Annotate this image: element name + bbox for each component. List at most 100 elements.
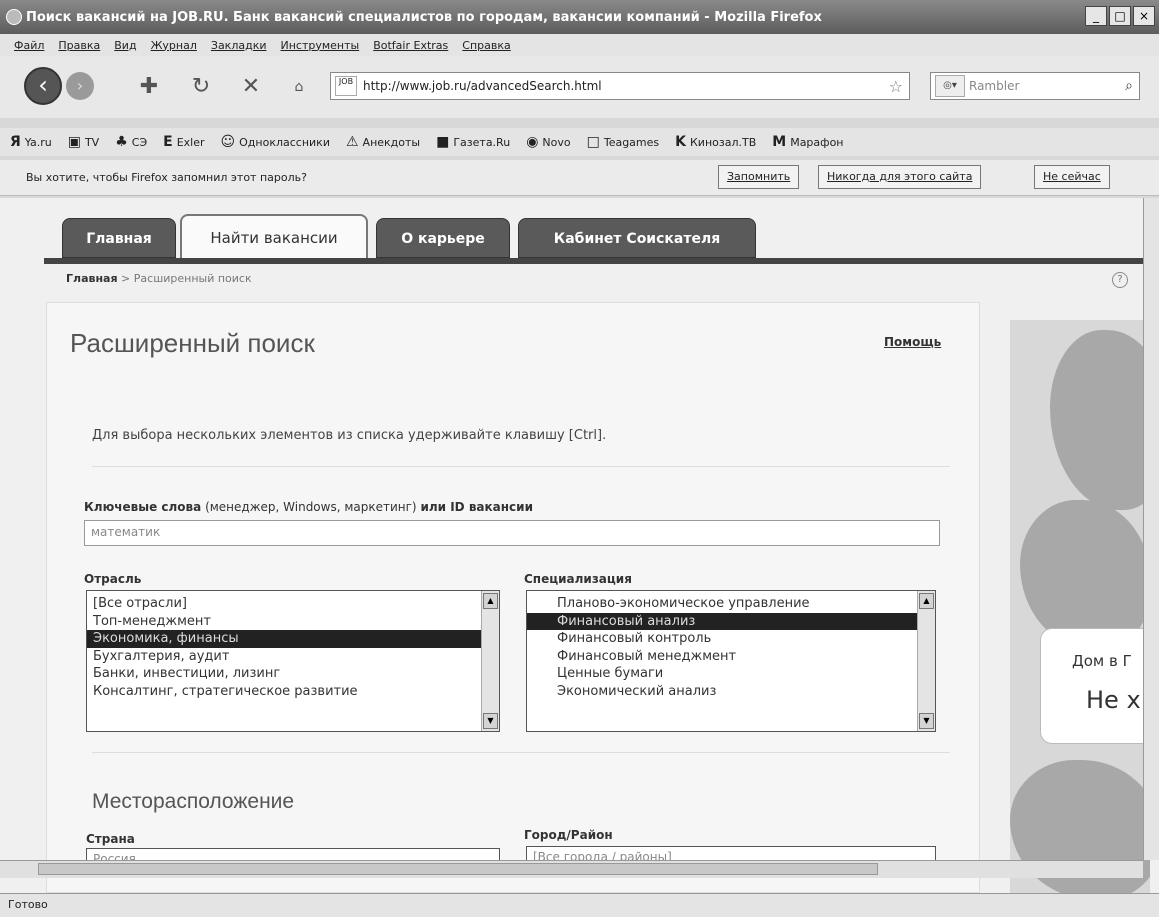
bookmark-novo[interactable]: ◉ Novo [526, 134, 570, 150]
breadcrumb-current: Расширенный поиск [133, 272, 252, 285]
specialization-label: Специализация [524, 572, 632, 586]
search-bar[interactable]: ◎▾ Rambler ⌕ [930, 72, 1140, 100]
list-item[interactable]: Финансовый менеджмент [527, 648, 935, 666]
novo-icon: ◉ [526, 134, 539, 150]
scroll-up-icon[interactable]: ▲ [919, 593, 934, 609]
bookmark-kinozal[interactable]: K Кинозал.ТВ [675, 134, 756, 150]
specialization-listbox[interactable]: Планово-экономическое управление Финансо… [526, 590, 936, 732]
menu-botfair-extras[interactable]: Botfair Extras [373, 39, 448, 52]
tab-underline [44, 258, 1144, 264]
stop-icon[interactable]: ✕ [236, 74, 266, 100]
forward-button[interactable]: › [66, 72, 94, 100]
industry-scrollbar[interactable]: ▲ ▼ [481, 591, 499, 731]
password-notification-bar: Вы хотите, чтобы Firefox запомнил этот п… [0, 160, 1159, 196]
scroll-down-icon[interactable]: ▼ [919, 713, 934, 729]
not-now-button[interactable]: Не сейчас [1034, 165, 1110, 189]
list-item[interactable]: Бухгалтерия, аудит [87, 648, 499, 666]
search-engine-name: Rambler [969, 79, 1020, 93]
menu-bookmarks[interactable]: Закладки [211, 39, 267, 52]
kinozal-icon: K [675, 134, 686, 150]
horizontal-scroll-thumb[interactable] [38, 863, 878, 875]
tab-find-jobs[interactable]: Найти вакансии [180, 214, 368, 260]
bookmark-anekdoty[interactable]: ⚠ Анекдоты [346, 134, 420, 150]
breadcrumb: Главная > Расширенный поиск [66, 272, 252, 285]
list-item[interactable]: Топ-менеджмент [87, 613, 499, 631]
marafon-icon: M [772, 134, 787, 150]
search-icon[interactable]: ⌕ [1125, 78, 1133, 94]
list-item[interactable]: Планово-экономическое управление [527, 595, 935, 613]
gazeta-icon: ■ [436, 134, 450, 150]
industry-label: Отрасль [84, 572, 142, 586]
se-icon: ♣ [115, 134, 128, 150]
window-controls: _ □ × [1085, 6, 1155, 26]
bookmark-gazeta[interactable]: ■ Газета.Ru [436, 134, 510, 150]
list-item[interactable]: Банки, инвестиции, лизинг [87, 665, 499, 683]
menu-edit[interactable]: Правка [58, 39, 100, 52]
remember-button[interactable]: Запомнить [718, 165, 800, 189]
scroll-up-icon[interactable]: ▲ [483, 593, 498, 609]
ctrl-hint: Для выбора нескольких элементов из списк… [92, 428, 607, 443]
notification-text: Вы хотите, чтобы Firefox запомнил этот п… [26, 171, 307, 184]
site-favicon: JOB [335, 76, 357, 96]
scroll-down-icon[interactable]: ▼ [483, 713, 498, 729]
address-bar[interactable]: JOB http://www.job.ru/advancedSearch.htm… [330, 72, 910, 100]
anekdoty-icon: ⚠ [345, 134, 359, 150]
exler-icon: E [163, 134, 173, 150]
bookmarks-toolbar: Я Ya.ru ▣ TV ♣ СЭ E Exler ☺ Одноклассники ⚠ Ан… [0, 128, 1159, 156]
side-ad-map[interactable] [1010, 320, 1150, 893]
menu-history[interactable]: Журнал [151, 39, 197, 52]
window-title: Поиск вакансий на JOB.RU. Банк вакансий … [26, 9, 822, 25]
search-engine-icon[interactable]: ◎▾ [935, 75, 965, 97]
home-icon[interactable]: ⌂ [284, 74, 314, 100]
bookmark-yaru[interactable]: Я Ya.ru [10, 134, 52, 150]
list-item[interactable]: Консалтинг, стратегическое развитие [87, 683, 499, 701]
star-icon[interactable]: ☆ [889, 77, 903, 96]
list-item[interactable]: Экономический анализ [527, 683, 935, 701]
back-button[interactable]: ‹ [24, 67, 62, 105]
close-button[interactable]: × [1133, 6, 1155, 26]
help-link[interactable]: Помощь [884, 335, 941, 349]
menu-tools[interactable]: Инструменты [281, 39, 360, 52]
reload-icon[interactable]: ↻ [186, 74, 216, 100]
bookmark-odnoklassniki[interactable]: ☺ Одноклассники [221, 134, 330, 150]
breadcrumb-home[interactable]: Главная [66, 272, 118, 285]
list-item-selected[interactable]: Финансовый анализ [527, 612, 935, 630]
maximize-button[interactable]: □ [1109, 6, 1131, 26]
add-bookmark-icon[interactable]: ✚ [134, 74, 164, 100]
tab-home[interactable]: Главная [62, 218, 176, 258]
bookmark-teagames[interactable]: □ Teagames [587, 134, 660, 150]
vertical-scrollbar[interactable] [1143, 198, 1159, 860]
bookmark-exler[interactable]: E Exler [163, 134, 204, 150]
list-item-selected[interactable]: Экономика, финансы [87, 630, 499, 648]
tv-icon: ▣ [67, 134, 81, 150]
bookmark-marafon[interactable]: M Марафон [772, 134, 843, 150]
divider [92, 752, 950, 753]
bookmark-se[interactable]: ♣ СЭ [115, 134, 147, 150]
keywords-label: Ключевые слова (менеджер, Windows, марке… [84, 500, 533, 514]
country-label: Страна [86, 832, 135, 846]
question-icon[interactable]: ? [1112, 272, 1128, 288]
ad-text-line1: Дом в Г [1072, 652, 1132, 670]
menu-file[interactable]: Файл [14, 39, 44, 52]
specialization-scrollbar[interactable]: ▲ ▼ [917, 591, 935, 731]
industry-listbox[interactable]: [Все отрасли] Топ-менеджмент Экономика, … [86, 590, 500, 732]
tab-applicant-cabinet[interactable]: Кабинет Соискателя [518, 218, 756, 258]
odnoklassniki-icon: ☺ [220, 134, 236, 150]
list-item[interactable]: Финансовый контроль [527, 630, 935, 648]
list-item[interactable]: Ценные бумаги [527, 665, 935, 683]
status-bar: Готово [0, 893, 1159, 917]
map-land [1050, 330, 1150, 510]
keywords-input[interactable]: математик [84, 520, 940, 546]
menu-help[interactable]: Справка [462, 39, 510, 52]
city-label: Город/Район [524, 828, 613, 842]
list-item[interactable]: [Все отрасли] [87, 595, 499, 613]
page-icon: □ [586, 134, 600, 150]
menu-view[interactable]: Вид [114, 39, 136, 52]
never-for-site-button[interactable]: Никогда для этого сайта [818, 165, 982, 189]
status-text: Готово [8, 898, 48, 911]
tab-career[interactable]: О карьере [376, 218, 510, 258]
url-text[interactable]: http://www.job.ru/advancedSearch.html [363, 79, 602, 93]
divider [92, 466, 950, 467]
bookmark-tv[interactable]: ▣ TV [68, 134, 99, 150]
minimize-button[interactable]: _ [1085, 6, 1107, 26]
